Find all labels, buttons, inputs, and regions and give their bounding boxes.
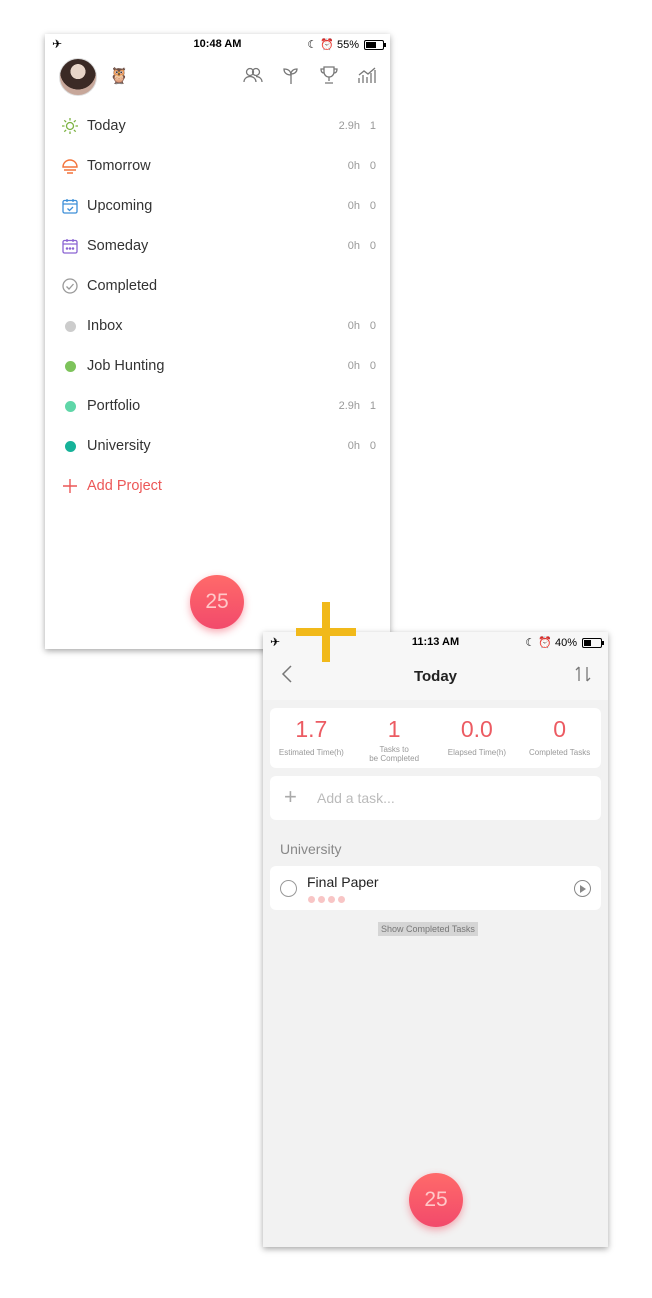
add-task-placeholder: Add a task... <box>317 790 395 806</box>
stats-icon[interactable] <box>356 64 378 86</box>
task-name: Final Paper <box>307 874 379 890</box>
show-completed-button[interactable]: Show Completed Tasks <box>378 922 478 936</box>
dot-icon <box>61 357 79 375</box>
pomodoro-icon <box>318 896 325 903</box>
alarm-icon: ⏰ <box>320 39 334 51</box>
list-item-label: University <box>87 438 151 454</box>
list-item-someday[interactable]: Someday 0h 0 <box>45 226 390 266</box>
item-hours: 0h <box>347 440 360 452</box>
pomodoro-timer-button[interactable]: 25 <box>190 575 244 629</box>
page-title: Today <box>413 668 458 685</box>
dot-icon <box>61 437 79 455</box>
list-item-label: Today <box>87 118 126 134</box>
avatar[interactable] <box>59 58 97 96</box>
battery-percent: 40% <box>554 636 577 649</box>
calendar-check-icon <box>61 197 79 215</box>
task-row[interactable]: Final Paper <box>270 866 601 910</box>
item-hours: 0h <box>347 360 360 372</box>
calendar-grid-icon <box>61 237 79 255</box>
list-item-inbox[interactable]: Inbox 0h 0 <box>45 306 390 346</box>
battery-icon <box>582 637 604 648</box>
item-count: 0 <box>369 200 376 212</box>
list-item-label: Someday <box>87 238 149 254</box>
item-hours: 0h <box>347 320 360 332</box>
list-item-today[interactable]: Today 2.9h 1 <box>45 106 390 146</box>
list-item-label: Inbox <box>87 318 123 334</box>
sunset-icon <box>61 157 79 175</box>
list-item-job-hunting[interactable]: Job Hunting 0h 0 <box>45 346 390 386</box>
moon-icon: ☾ <box>525 637 536 649</box>
list-item-upcoming[interactable]: Upcoming 0h 0 <box>45 186 390 226</box>
pomodoro-icon <box>328 896 335 903</box>
tasks-to-complete-stat: 1 Tasks to be Completed <box>369 716 420 763</box>
trophy-icon[interactable] <box>318 64 340 86</box>
pomodoro-estimate <box>308 896 345 903</box>
list-item-label: Upcoming <box>87 198 153 214</box>
projects-screen: ✈ 10:48 AM ☾ ⏰ 55% 🦉 Today 2.9h 1 Tomorr… <box>45 34 390 649</box>
list-item-label: Portfolio <box>87 398 141 414</box>
pomodoro-icon <box>338 896 345 903</box>
sun-icon <box>61 117 79 135</box>
completed-tasks-stat: 0 Completed Tasks <box>529 716 591 757</box>
play-icon[interactable] <box>574 880 591 897</box>
item-hours: 2.9h <box>338 120 360 132</box>
item-hours: 0h <box>347 240 360 252</box>
item-count: 0 <box>369 440 376 452</box>
item-hours: 2.9h <box>338 400 360 412</box>
battery-icon <box>364 39 386 50</box>
today-screen: ✈ 11:13 AM ☾ ⏰ 40% Today 1.7 Estimated T… <box>263 632 608 1247</box>
plus-icon: + <box>284 784 297 809</box>
item-count: 1 <box>369 120 376 132</box>
list-item-tomorrow[interactable]: Tomorrow 0h 0 <box>45 146 390 186</box>
item-hours: 0h <box>347 200 360 212</box>
sort-icon[interactable] <box>574 664 592 689</box>
alarm-icon: ⏰ <box>538 637 552 649</box>
add-project-button[interactable]: Add Project <box>45 466 390 506</box>
list-item-portfolio[interactable]: Portfolio 2.9h 1 <box>45 386 390 426</box>
plus-sign-icon <box>296 602 356 662</box>
plus-icon <box>61 477 79 495</box>
item-hours: 0h <box>347 160 360 172</box>
list-item-university[interactable]: University 0h 0 <box>45 426 390 466</box>
list-item-label: Tomorrow <box>87 158 151 174</box>
moon-icon: ☾ <box>307 39 318 51</box>
list-item-label: Completed <box>87 278 158 294</box>
friends-icon[interactable] <box>242 64 264 86</box>
header-actions <box>242 64 378 86</box>
pomodoro-icon <box>308 896 315 903</box>
estimated-time-stat: 1.7 Estimated Time(h) <box>278 716 344 757</box>
list-item-label: Job Hunting <box>87 358 165 374</box>
section-header: University <box>280 841 342 857</box>
sprout-icon[interactable] <box>280 64 302 86</box>
item-count: 0 <box>369 320 376 332</box>
item-count: 0 <box>369 360 376 372</box>
add-project-label: Add Project <box>87 478 162 494</box>
list-item-completed[interactable]: Completed <box>45 266 390 306</box>
elapsed-time-stat: 0.0 Elapsed Time(h) <box>447 716 506 757</box>
item-count: 0 <box>369 160 376 172</box>
dot-icon <box>61 317 79 335</box>
item-count: 1 <box>369 400 376 412</box>
status-bar: ✈ 10:48 AM ☾ ⏰ 55% <box>45 34 390 54</box>
stats-panel: 1.7 Estimated Time(h) 1 Tasks to be Compl… <box>270 708 601 768</box>
add-task-input[interactable]: + Add a task... <box>270 776 601 820</box>
owl-icon[interactable]: 🦉 <box>109 66 129 86</box>
task-checkbox[interactable] <box>280 880 297 897</box>
pomodoro-timer-button[interactable]: 25 <box>409 1173 463 1227</box>
check-circle-icon <box>61 277 79 295</box>
dot-icon <box>61 397 79 415</box>
item-count: 0 <box>369 240 376 252</box>
battery-percent: 55% <box>336 38 359 51</box>
